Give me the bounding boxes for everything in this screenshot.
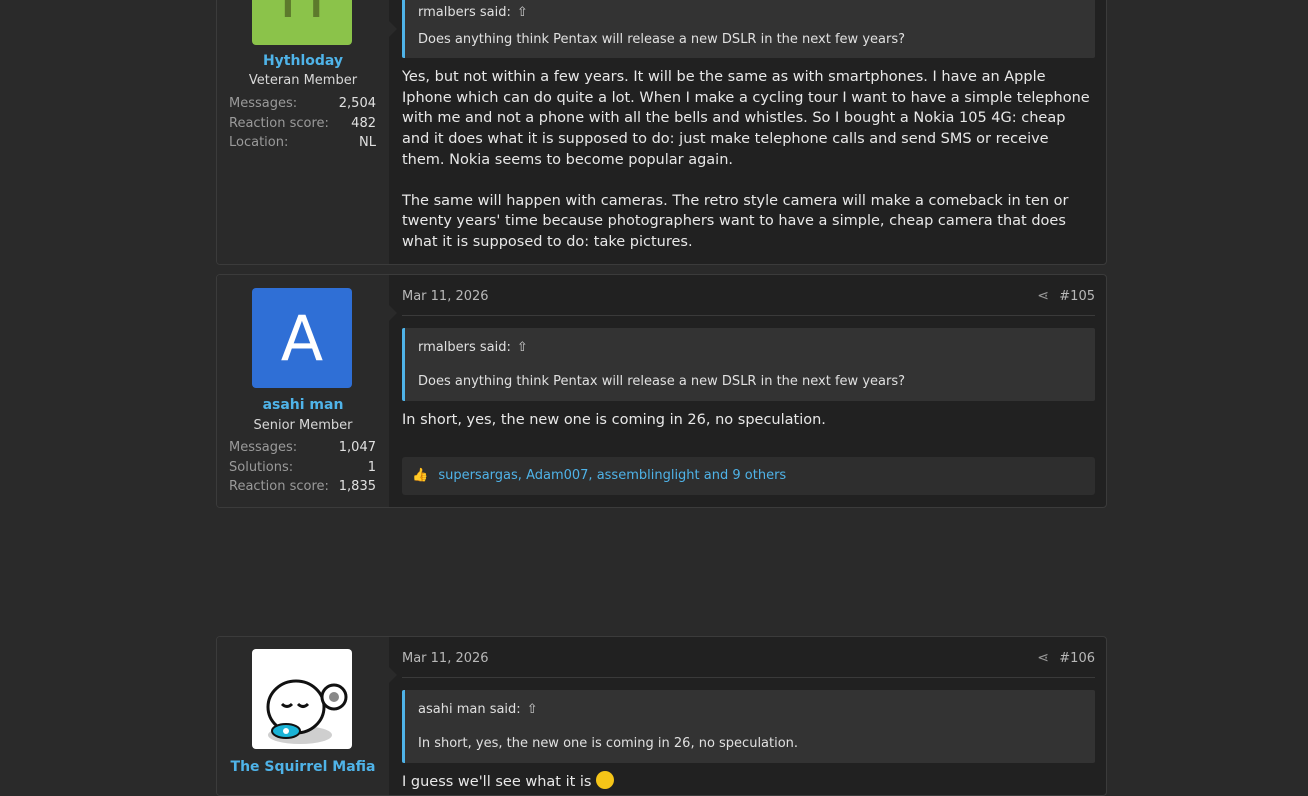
post-content: rmalbers said: ⇧ Does anything think Pent… bbox=[402, 0, 1095, 264]
user-title: Senior Member bbox=[253, 418, 353, 433]
post-user-column: A asahi man Senior Member Messages: 1,047… bbox=[217, 275, 397, 507]
post-header: Mar 11, 2026 ⋖ #106 bbox=[402, 649, 1095, 678]
reaction-and: and bbox=[703, 468, 729, 483]
message-paragraph: The same will happen with cameras. The r… bbox=[402, 192, 1069, 250]
quote-attribution[interactable]: asahi man said: ⇧ bbox=[418, 702, 538, 717]
message-body: Yes, but not within a few years. It will… bbox=[402, 67, 1095, 264]
avatar[interactable]: A bbox=[252, 288, 352, 388]
message-paragraph: Yes, but not within a few years. It will… bbox=[402, 69, 1090, 168]
avatar[interactable]: H bbox=[252, 0, 352, 45]
stat-row: Reaction score: 482 bbox=[229, 115, 376, 131]
post-user-column: H Hythloday Veteran Member Messages:2,50… bbox=[217, 0, 397, 264]
quote-text: Does anything think Pentax will release … bbox=[418, 32, 905, 47]
jump-up-icon[interactable]: ⇧ bbox=[517, 5, 528, 20]
user-stats: Messages: 1,047 Solutions: 1 Reaction scor… bbox=[229, 438, 376, 497]
quote-block: asahi man said: ⇧ In short, yes, the new … bbox=[402, 690, 1095, 763]
quote-attribution[interactable]: rmalbers said: ⇧ bbox=[418, 340, 528, 355]
message-body: I guess we'll see what it is bbox=[402, 771, 1095, 793]
post-user-column: The Squirrel Mafia bbox=[217, 637, 397, 795]
post-105: A asahi man Senior Member Messages: 1,047… bbox=[216, 274, 1107, 508]
post-header: Mar 11, 2026 ⋖ #105 bbox=[402, 287, 1095, 316]
user-stats: Messages: 2,504 Reaction score: 482 Locati… bbox=[229, 94, 376, 153]
quote-block: rmalbers said: ⇧ Does anything think Pent… bbox=[402, 0, 1095, 58]
post-date-link[interactable]: Mar 11, 2026 bbox=[402, 289, 489, 304]
username-link[interactable]: The Squirrel Mafia bbox=[217, 759, 389, 775]
quote-block: rmalbers said: ⇧ Does anything think Pent… bbox=[402, 328, 1095, 401]
username-link[interactable]: Hythloday bbox=[217, 53, 389, 69]
stat-row: Location: NL bbox=[229, 135, 376, 150]
share-icon[interactable]: ⋖ bbox=[1037, 288, 1049, 304]
post-number-link[interactable]: #105 bbox=[1059, 289, 1095, 304]
jump-up-icon[interactable]: ⇧ bbox=[517, 340, 528, 355]
message-paragraph: In short, yes, the new one is coming in … bbox=[402, 412, 826, 428]
stat-row: Reaction score: 1,835 bbox=[229, 479, 376, 494]
avatar[interactable] bbox=[252, 649, 352, 749]
quote-text: In short, yes, the new one is coming in … bbox=[418, 736, 799, 751]
stat-row: Messages: 1,047 bbox=[229, 440, 376, 455]
share-icon[interactable]: ⋖ bbox=[1037, 650, 1049, 666]
message-body: In short, yes, the new one is coming in … bbox=[402, 410, 1095, 451]
post-content: Mar 11, 2026 ⋖ #105 rmalbers said: ⇧ Does… bbox=[402, 275, 1095, 507]
reaction-user-link[interactable]: supersargas bbox=[438, 468, 517, 483]
cool-emoji-icon bbox=[595, 771, 614, 789]
post-104: H Hythloday Veteran Member Messages:2,50… bbox=[216, 0, 1107, 265]
post-number-link[interactable]: #106 bbox=[1059, 651, 1095, 666]
squirrel-mascot-icon bbox=[266, 679, 348, 744]
jump-up-icon[interactable]: ⇧ bbox=[527, 702, 538, 717]
post-106: The Squirrel Mafia Mar 11, 2026 ⋖ #106 a… bbox=[216, 636, 1107, 796]
reaction-others-link[interactable]: 9 others bbox=[732, 468, 786, 483]
user-title: Veteran Member bbox=[248, 73, 358, 88]
post-content: Mar 11, 2026 ⋖ #106 asahi man said: ⇧ In … bbox=[402, 637, 1095, 795]
reaction-user-link[interactable]: assemblinglight bbox=[597, 468, 700, 483]
username-link[interactable]: asahi man bbox=[217, 397, 389, 413]
stat-row: Solutions: 1 bbox=[229, 459, 376, 475]
thumbs-up-icon: 👍 bbox=[412, 468, 429, 483]
quote-text: Does anything think Pentax will release … bbox=[418, 374, 905, 389]
message-paragraph: I guess we'll see what it is bbox=[402, 774, 592, 790]
reactions-bar[interactable]: 👍 supersargas, Adam007, assemblinglight … bbox=[402, 457, 1095, 495]
reaction-user-link[interactable]: Adam007 bbox=[526, 468, 588, 483]
post-date-link[interactable]: Mar 11, 2026 bbox=[402, 651, 489, 666]
stat-row: Messages: 2,504 bbox=[229, 96, 376, 111]
quote-attribution[interactable]: rmalbers said: ⇧ bbox=[418, 5, 528, 20]
